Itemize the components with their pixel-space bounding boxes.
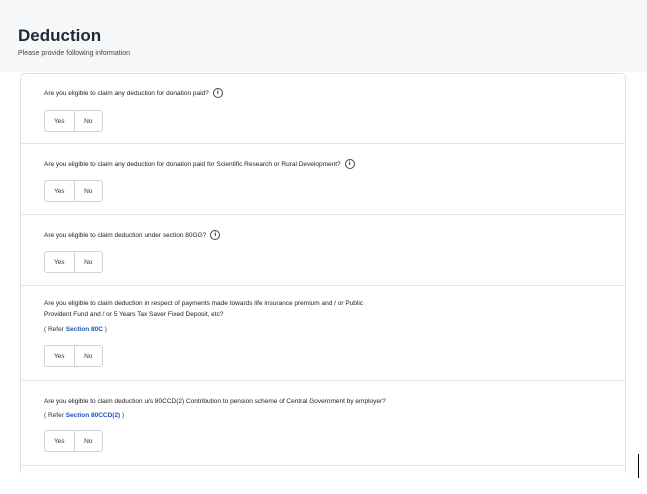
- text-cursor: [638, 454, 639, 478]
- question-donation: Are you eligible to claim any deduction …: [21, 74, 625, 144]
- no-button[interactable]: No: [73, 252, 103, 272]
- page-subtitle: Please provide following information: [18, 50, 131, 57]
- info-icon[interactable]: i: [344, 159, 355, 170]
- question-scientific-research: Are you eligible to claim any deduction …: [21, 144, 625, 215]
- yes-button[interactable]: Yes: [45, 181, 74, 201]
- refer-note: ( Refer Section 80C ): [44, 326, 107, 333]
- yes-button[interactable]: Yes: [45, 346, 74, 366]
- yes-no-toggle: Yes No: [44, 345, 103, 367]
- question-text-line2: Provident Fund and / or 5 Years Tax Save…: [44, 311, 224, 318]
- page-title: Deduction: [18, 26, 102, 45]
- section-80ccd2-link[interactable]: Section 80CCD(2): [66, 412, 121, 419]
- yes-no-toggle: Yes No: [44, 110, 103, 132]
- yes-no-toggle: Yes No: [44, 251, 103, 273]
- question-text: Are you eligible to claim deduction u/s …: [44, 398, 386, 405]
- question-text: Are you eligible to claim any deduction …: [44, 161, 341, 168]
- yes-no-toggle: Yes No: [44, 430, 103, 452]
- question-80ccd2: Are you eligible to claim deduction u/s …: [21, 381, 625, 466]
- no-button[interactable]: No: [73, 346, 103, 366]
- question-text-line1: Are you eligible to claim deduction in r…: [44, 300, 364, 307]
- yes-no-toggle: Yes No: [44, 180, 103, 202]
- yes-button[interactable]: Yes: [45, 111, 74, 131]
- no-button[interactable]: No: [73, 181, 103, 201]
- question-80gg: Are you eligible to claim deduction unde…: [21, 215, 625, 286]
- yes-button[interactable]: Yes: [45, 431, 74, 451]
- refer-note: ( Refer Section 80CCD(2) ): [44, 412, 125, 419]
- yes-button[interactable]: Yes: [45, 252, 74, 272]
- section-80c-link[interactable]: Section 80C: [66, 326, 103, 333]
- info-icon[interactable]: i: [210, 230, 221, 241]
- no-button[interactable]: No: [73, 111, 103, 131]
- deduction-card: Are you eligible to claim any deduction …: [20, 73, 626, 473]
- no-button[interactable]: No: [73, 431, 103, 451]
- question-80c: Are you eligible to claim deduction in r…: [21, 286, 625, 381]
- info-icon[interactable]: i: [212, 88, 223, 99]
- question-text: Are you eligible to claim any deduction …: [44, 90, 209, 97]
- question-text: Are you eligible to claim deduction unde…: [44, 232, 207, 239]
